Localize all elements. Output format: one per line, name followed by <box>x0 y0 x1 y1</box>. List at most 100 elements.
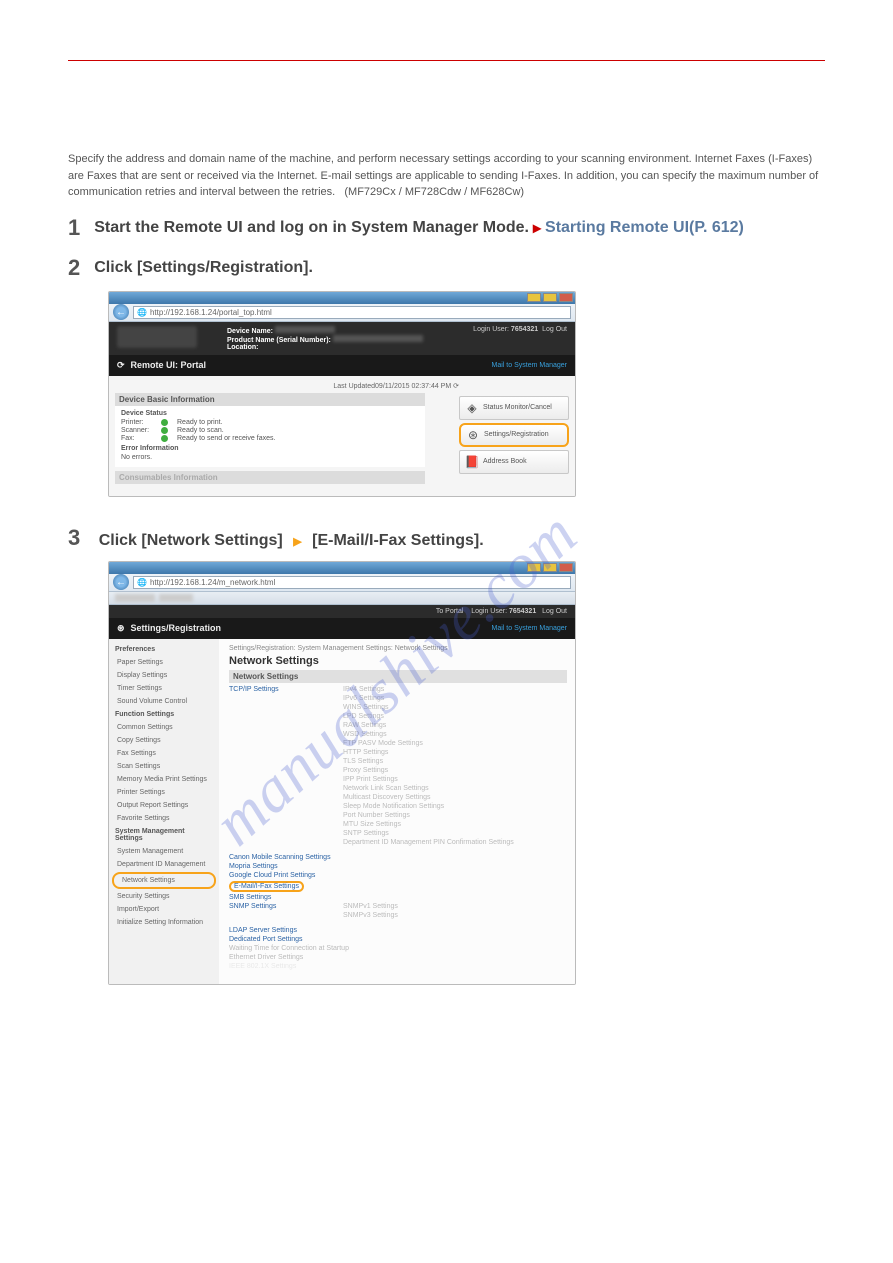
mail-manager-link[interactable]: Mail to System Manager <box>492 362 567 369</box>
printer-status: Ready to print. <box>177 419 223 426</box>
nav-favorite[interactable]: Favorite Settings <box>109 812 219 825</box>
nav-cat-preferences: Preferences <box>109 643 219 656</box>
link-wait[interactable]: Waiting Time for Connection at Startup <box>229 945 567 952</box>
nav-dept[interactable]: Department ID Management <box>109 858 219 871</box>
nav-paper[interactable]: Paper Settings <box>109 656 219 669</box>
link-tls-settings[interactable]: TLS Settings <box>343 758 514 765</box>
link-mtu-size-settings[interactable]: MTU Size Settings <box>343 821 514 828</box>
link-canon-mobile[interactable]: Canon Mobile Scanning Settings <box>229 854 567 861</box>
logo-blur <box>117 326 197 348</box>
intro-text-b: (MF729Cx / MF728Cdw / MF628Cw) <box>344 186 524 198</box>
window-controls[interactable] <box>527 293 573 302</box>
link-department-id-management-pin-confirmation-settings[interactable]: Department ID Management PIN Confirmatio… <box>343 839 514 846</box>
step-2-text: Click [Settings/Registration]. <box>94 259 313 277</box>
device-status-label: Device Status <box>121 410 419 417</box>
logout-link[interactable]: Log Out <box>542 608 567 615</box>
link-google[interactable]: Google Cloud Print Settings <box>229 872 567 879</box>
breadcrumb: Settings/Registration: System Management… <box>229 645 567 652</box>
fax-label: Fax: <box>121 435 155 442</box>
page-title: Network Settings <box>229 655 567 667</box>
link-multicast-discovery-settings[interactable]: Multicast Discovery Settings <box>343 794 514 801</box>
nav-import[interactable]: Import/Export <box>109 903 219 916</box>
back-icon[interactable]: ← <box>113 304 129 320</box>
link-snmpv1[interactable]: SNMPv1 Settings <box>343 903 398 910</box>
link-ieee[interactable]: IEEE 802.1X Settings <box>229 963 567 970</box>
product-name-label: Product Name (Serial Number): <box>227 337 331 344</box>
link-snmpv3[interactable]: SNMPv3 Settings <box>343 912 398 919</box>
link-ifaxes[interactable] <box>338 186 341 198</box>
tab-strip <box>109 592 575 605</box>
nav-sound[interactable]: Sound Volume Control <box>109 695 219 708</box>
link-http-settings[interactable]: HTTP Settings <box>343 749 514 756</box>
error-info-label: Error Information <box>121 445 419 452</box>
triangle-icon: ▶ <box>293 536 301 548</box>
login-info: Login User: 7654321 Log Out <box>473 326 567 333</box>
step-3-text-a: Click [Network Settings] <box>99 532 287 549</box>
link-ethernet[interactable]: Ethernet Driver Settings <box>229 954 567 961</box>
window-controls[interactable] <box>527 563 573 572</box>
portal-body: Last Updated09/11/2015 02:37:44 PM ⟳ Dev… <box>109 376 575 496</box>
step-1: 1 Start the Remote UI and log on in Syst… <box>68 215 825 241</box>
settings-registration-button[interactable]: ⊛Settings/Registration <box>459 423 569 447</box>
link-wins-settings[interactable]: WINS Settings <box>343 704 514 711</box>
consumables-header: Consumables Information <box>115 471 425 484</box>
play-icon[interactable]: ▸ <box>533 218 541 238</box>
right-pane: Settings/Registration: System Management… <box>219 639 575 984</box>
nav-network[interactable]: Network Settings <box>112 872 216 889</box>
link-sntp-settings[interactable]: SNTP Settings <box>343 830 514 837</box>
address-bar[interactable]: 🌐http://192.168.1.24/portal_top.html <box>133 306 571 319</box>
screenshot-portal: ← 🌐http://192.168.1.24/portal_top.html D… <box>108 291 576 497</box>
nav-fax[interactable]: Fax Settings <box>109 747 219 760</box>
back-icon[interactable]: ← <box>113 574 129 590</box>
step-1-text: Start the Remote UI and log on in System… <box>94 219 529 237</box>
scanner-label: Scanner: <box>121 427 155 434</box>
nav-common[interactable]: Common Settings <box>109 721 219 734</box>
nav-display[interactable]: Display Settings <box>109 669 219 682</box>
nav-sysmgmt[interactable]: System Management <box>109 845 219 858</box>
link-tcpip[interactable]: TCP/IP Settings <box>229 686 329 693</box>
step-2: 2 Click [Settings/Registration]. <box>68 255 825 281</box>
portal-title: Remote UI: Portal <box>131 360 207 370</box>
to-portal-link[interactable]: To Portal <box>436 608 464 615</box>
browser-toolbar: ← 🌐http://192.168.1.24/m_network.html <box>109 574 575 592</box>
address-bar[interactable]: 🌐http://192.168.1.24/m_network.html <box>133 576 571 589</box>
link-mopria[interactable]: Mopria Settings <box>229 863 567 870</box>
window-titlebar <box>109 562 575 574</box>
nav-init[interactable]: Initialize Setting Information <box>109 916 219 929</box>
status-monitor-button[interactable]: ◈Status Monitor/Cancel <box>459 396 569 420</box>
nav-copy[interactable]: Copy Settings <box>109 734 219 747</box>
step-1-link[interactable]: Starting Remote UI(P. 612) <box>545 219 744 237</box>
step-3: 3 Click [Network Settings] ▶ [E-Mail/I-F… <box>68 525 825 551</box>
link-snmp[interactable]: SNMP Settings <box>229 903 329 910</box>
top-header: To Portal Login User: 7654321 Log Out <box>109 605 575 618</box>
mail-manager-link[interactable]: Mail to System Manager <box>492 625 567 632</box>
tcpip-sublist: IPv4 Settings IPv6 Settings WINS Settings L… <box>343 686 514 848</box>
device-name-label: Device Name: <box>227 328 273 335</box>
link-smb[interactable]: SMB Settings <box>229 894 567 901</box>
link-ldap[interactable]: LDAP Server Settings <box>229 927 567 934</box>
logout-link[interactable]: Log Out <box>542 326 567 333</box>
link-raw-settings[interactable]: RAW Settings <box>343 722 514 729</box>
link-ipv6-settings[interactable]: IPv6 Settings <box>343 695 514 702</box>
link-ipp-print-settings[interactable]: IPP Print Settings <box>343 776 514 783</box>
section-strip: Network Settings <box>229 670 567 683</box>
link-lpd-settings[interactable]: LPD Settings <box>343 713 514 720</box>
nav-timer[interactable]: Timer Settings <box>109 682 219 695</box>
basic-info-header: Device Basic Information <box>115 393 425 406</box>
nav-scan[interactable]: Scan Settings <box>109 760 219 773</box>
link-wsd-settings[interactable]: WSD Settings <box>343 731 514 738</box>
link-ipv4-settings[interactable]: IPv4 Settings <box>343 686 514 693</box>
nav-output[interactable]: Output Report Settings <box>109 799 219 812</box>
link-ftp-pasv-mode-settings[interactable]: FTP PASV Mode Settings <box>343 740 514 747</box>
nav-memory[interactable]: Memory Media Print Settings <box>109 773 219 786</box>
address-book-button[interactable]: 📕Address Book <box>459 450 569 474</box>
link-sleep-mode-notification-settings[interactable]: Sleep Mode Notification Settings <box>343 803 514 810</box>
settings-bar: ⊛Settings/Registration Mail to System Ma… <box>109 618 575 639</box>
link-port-number-settings[interactable]: Port Number Settings <box>343 812 514 819</box>
link-dedicated[interactable]: Dedicated Port Settings <box>229 936 567 943</box>
link-network-link-scan-settings[interactable]: Network Link Scan Settings <box>343 785 514 792</box>
link-proxy-settings[interactable]: Proxy Settings <box>343 767 514 774</box>
nav-security[interactable]: Security Settings <box>109 890 219 903</box>
nav-printer[interactable]: Printer Settings <box>109 786 219 799</box>
link-email-ifax[interactable]: E-Mail/I-Fax Settings <box>229 881 304 892</box>
